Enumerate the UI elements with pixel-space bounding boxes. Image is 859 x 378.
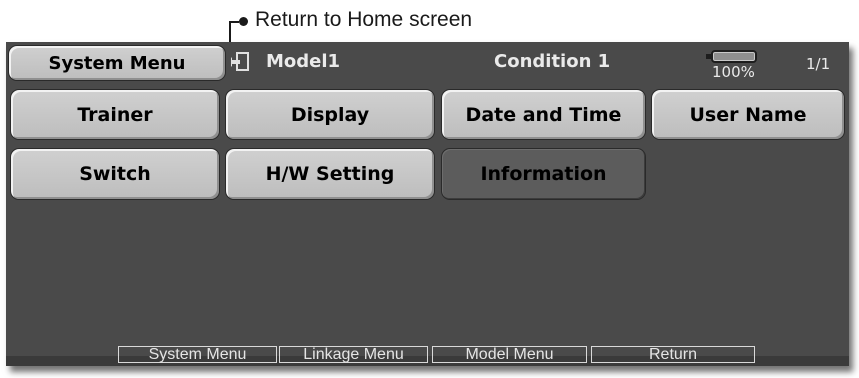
- user-name-button[interactable]: User Name: [651, 89, 845, 140]
- tab-model-menu[interactable]: Model Menu: [432, 346, 587, 363]
- system-menu-button-label: System Menu: [48, 52, 186, 74]
- hw-setting-button[interactable]: H/W Setting: [225, 148, 435, 200]
- condition-label: Condition 1: [494, 51, 611, 72]
- battery-percent: 100%: [712, 63, 755, 81]
- date-and-time-button[interactable]: Date and Time: [441, 89, 646, 140]
- trainer-button[interactable]: Trainer: [10, 89, 220, 140]
- system-menu-button[interactable]: System Menu: [8, 45, 226, 81]
- home-return-icon[interactable]: [231, 51, 251, 73]
- user-name-button-label: User Name: [689, 103, 807, 126]
- display-button-label: Display: [290, 103, 370, 126]
- switch-button[interactable]: Switch: [10, 148, 220, 200]
- callout-dot: [239, 17, 248, 26]
- model-name: Model1: [266, 51, 341, 72]
- date-and-time-button-label: Date and Time: [465, 103, 622, 126]
- information-button-label: Information: [480, 163, 607, 185]
- tab-system-menu[interactable]: System Menu: [118, 346, 277, 363]
- tab-linkage-menu[interactable]: Linkage Menu: [279, 346, 428, 363]
- display-button[interactable]: Display: [225, 89, 435, 140]
- callout-text: Return to Home screen: [255, 8, 473, 31]
- information-button[interactable]: Information: [441, 148, 646, 200]
- battery-icon: [711, 50, 757, 63]
- tab-return[interactable]: Return: [591, 346, 755, 363]
- trainer-button-label: Trainer: [77, 103, 153, 126]
- page-indicator: 1/1: [806, 55, 831, 73]
- hw-setting-button-label: H/W Setting: [265, 163, 395, 185]
- switch-button-label: Switch: [79, 163, 151, 185]
